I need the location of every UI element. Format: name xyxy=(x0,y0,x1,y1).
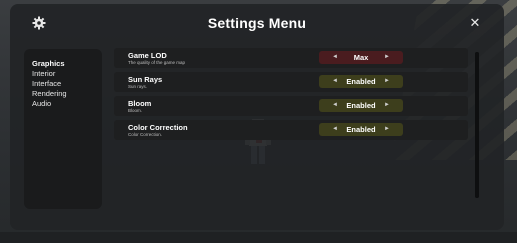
bottom-bar xyxy=(0,232,517,243)
setting-value: Enabled xyxy=(346,101,376,110)
color-correction-selector[interactable]: ◄ Enabled ► xyxy=(319,123,403,136)
setting-value: Max xyxy=(353,53,369,62)
setting-title: Game LOD xyxy=(128,51,167,60)
sidebar-item-audio[interactable]: Audio xyxy=(32,99,51,108)
setting-title: Bloom xyxy=(128,99,152,108)
sidebar-item-rendering[interactable]: Rendering xyxy=(32,89,67,98)
arrow-right-icon[interactable]: ► xyxy=(384,123,390,136)
settings-list: Game LOD The quality of the game map ◄ M… xyxy=(114,48,476,228)
game-background: Settings Menu ✕ Graphics Interior Interf… xyxy=(0,0,517,243)
setting-value: Enabled xyxy=(346,77,376,86)
setting-description: Sun rays. xyxy=(128,84,148,89)
bloom-selector[interactable]: ◄ Enabled ► xyxy=(319,99,403,112)
setting-description: Bloom. xyxy=(128,108,143,113)
setting-value: Enabled xyxy=(346,125,376,134)
sidebar-item-interior[interactable]: Interior xyxy=(32,69,55,78)
settings-panel: Settings Menu ✕ Graphics Interior Interf… xyxy=(10,4,504,230)
page-title: Settings Menu xyxy=(207,15,307,31)
sun-rays-selector[interactable]: ◄ Enabled ► xyxy=(319,75,403,88)
setting-title: Sun Rays xyxy=(128,75,163,84)
arrow-right-icon[interactable]: ► xyxy=(384,75,390,88)
setting-row-bloom: Bloom Bloom. ◄ Enabled ► xyxy=(114,96,468,116)
close-icon[interactable]: ✕ xyxy=(468,16,482,30)
setting-title: Color Correction xyxy=(128,123,188,132)
setting-row-color-correction: Color Correction Color Correction. ◄ Ena… xyxy=(114,120,468,140)
settings-sidebar: Graphics Interior Interface Rendering Au… xyxy=(24,49,102,209)
arrow-right-icon[interactable]: ► xyxy=(384,51,390,64)
arrow-right-icon[interactable]: ► xyxy=(384,99,390,112)
game-lod-selector[interactable]: ◄ Max ► xyxy=(319,51,403,64)
scrollbar-track[interactable] xyxy=(475,52,479,198)
sidebar-item-interface[interactable]: Interface xyxy=(32,79,61,88)
setting-row-sun-rays: Sun Rays Sun rays. ◄ Enabled ► xyxy=(114,72,468,92)
setting-description: The quality of the game map xyxy=(128,60,186,65)
scrollbar-thumb[interactable] xyxy=(475,52,479,198)
setting-description: Color Correction. xyxy=(128,132,163,137)
settings-header: Settings Menu ✕ xyxy=(10,4,504,42)
setting-row-game-lod: Game LOD The quality of the game map ◄ M… xyxy=(114,48,468,68)
sidebar-item-graphics[interactable]: Graphics xyxy=(32,59,65,68)
